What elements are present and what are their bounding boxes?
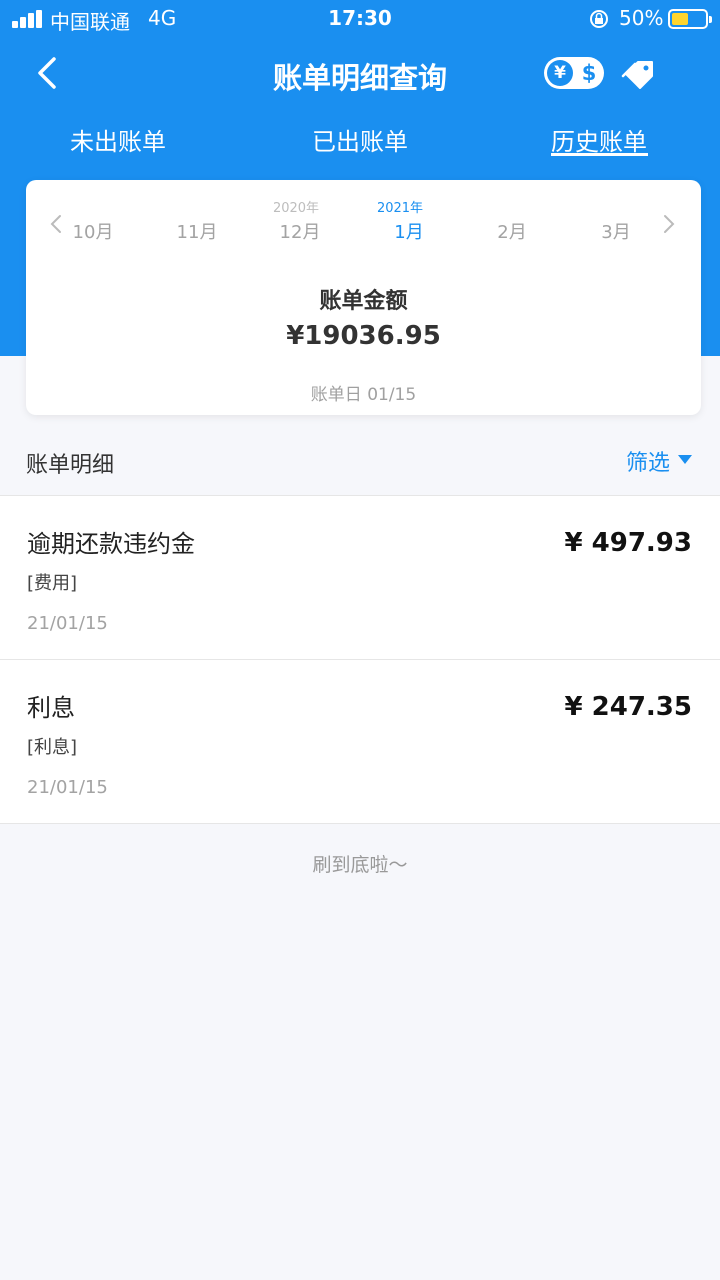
list-item[interactable]: 利息 [利息] 21/01/15 ¥ 247.35 — [0, 660, 720, 824]
bill-day: 账单日 01/15 — [310, 385, 417, 405]
bill-amount-label: 账单金额 — [319, 289, 408, 314]
year-label-2021: 2021年 — [376, 201, 424, 216]
bill-amount-value: ¥19036.95 — [286, 321, 441, 351]
tab-billed[interactable]: 已出账单 — [312, 122, 408, 157]
lock-rotation-icon — [590, 10, 608, 28]
list-item[interactable]: 逾期还款违约金 [费用] 21/01/15 ¥ 497.93 — [0, 496, 720, 660]
month-item[interactable]: 12月 — [260, 218, 340, 244]
status-bar: 中国联通 4G 17:30 50% — [0, 0, 720, 38]
item-name: 逾期还款违约金 — [27, 530, 195, 558]
bill-detail-list: 逾期还款违约金 [费用] 21/01/15 ¥ 497.93 利息 [利息] 2… — [0, 495, 720, 824]
caret-down-icon[interactable] — [678, 455, 692, 465]
month-item[interactable]: 11月 — [157, 218, 237, 244]
battery-icon — [668, 9, 712, 29]
yen-symbol: ¥ — [547, 60, 573, 86]
item-amount: ¥ 497.93 — [564, 528, 692, 558]
active-tab-indicator — [551, 153, 648, 156]
currency-toggle-icon[interactable]: ¥ $ — [544, 57, 604, 89]
dollar-symbol: $ — [581, 61, 597, 85]
item-date: 21/01/15 — [27, 777, 108, 798]
tab-unbilled[interactable]: 未出账单 — [70, 122, 166, 157]
end-of-list-text: 刷到底啦～ — [312, 854, 408, 876]
item-category: [利息] — [27, 737, 78, 758]
status-time: 17:30 — [328, 6, 392, 30]
tag-icon[interactable] — [620, 56, 660, 90]
item-category: [费用] — [27, 573, 78, 594]
item-date: 21/01/15 — [27, 613, 108, 634]
item-amount: ¥ 247.35 — [564, 692, 692, 722]
year-label-2020: 2020年 — [272, 201, 320, 216]
details-title: 账单明细 — [26, 453, 115, 478]
tab-history[interactable]: 历史账单 — [551, 122, 647, 157]
month-item[interactable]: 10月 — [53, 218, 133, 244]
item-name: 利息 — [27, 694, 75, 722]
chevron-right-icon[interactable] — [661, 213, 677, 235]
month-item[interactable]: 3月 — [576, 218, 656, 244]
filter-button[interactable]: 筛选 — [626, 445, 670, 477]
month-item[interactable]: 2月 — [472, 218, 552, 244]
page-title: 账单明细查询 — [272, 61, 447, 95]
month-item-selected[interactable]: 1月 — [369, 218, 449, 244]
bill-summary-card: 2020年 2021年 10月 11月 12月 1月 2月 3月 账单金额 ¥1… — [26, 180, 701, 415]
battery-percent: 50% — [619, 6, 664, 30]
